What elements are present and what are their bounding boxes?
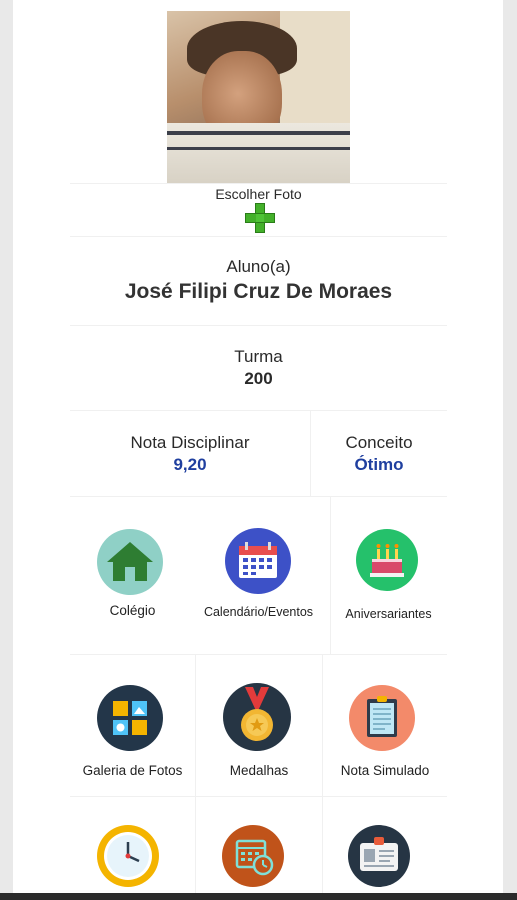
divider (70, 236, 447, 237)
discipline-value: 9,20 (173, 455, 207, 474)
divider (310, 411, 311, 496)
bottom-bar (0, 893, 517, 900)
tile-label: Nota Simulado (340, 763, 430, 778)
concept-value: Ótimo (354, 455, 404, 474)
tile-colegio[interactable]: Colégio (70, 497, 195, 654)
concept-label: Conceito (345, 433, 413, 452)
tile-label: Aniversariantes (345, 607, 432, 621)
page: Escolher Foto Aluno(a) José Filipi Cruz … (0, 0, 517, 900)
tile-label: Medalhas (229, 763, 289, 778)
medal-icon (223, 683, 291, 751)
tile-medalhas[interactable]: Medalhas (196, 655, 322, 796)
id-card-icon (348, 825, 410, 887)
calendar-icon (225, 528, 291, 594)
profile-photo[interactable] (167, 11, 350, 183)
schedule-icon (222, 825, 284, 887)
school-icon (97, 529, 163, 595)
add-photo-icon[interactable] (245, 203, 275, 233)
student-name: José Filipi Cruz De Moraes (124, 280, 393, 303)
tile-schedule[interactable] (196, 797, 322, 893)
tile-label: Colégio (109, 603, 156, 618)
divider (70, 410, 447, 411)
class-label: Turma (234, 347, 283, 366)
tile-clock[interactable] (70, 797, 195, 893)
photo-gallery-icon (97, 685, 163, 751)
tile-label: Galeria de Fotos (82, 763, 183, 778)
class-value: 200 (244, 369, 273, 388)
birthday-cake-icon (356, 529, 418, 591)
tile-nota-simulado[interactable]: Nota Simulado (323, 655, 447, 796)
tile-label: Calendário/Eventos (203, 605, 314, 619)
tile-calendario[interactable]: Calendário/Eventos (195, 497, 322, 654)
choose-photo-label[interactable]: Escolher Foto (167, 186, 350, 202)
divider (70, 183, 447, 184)
tile-galeria[interactable]: Galeria de Fotos (70, 655, 195, 796)
tile-aniversariantes[interactable]: Aniversariantes (330, 497, 447, 654)
divider (70, 325, 447, 326)
student-label: Aluno(a) (226, 257, 291, 276)
discipline-label: Nota Disciplinar (130, 433, 250, 452)
tile-id-card[interactable] (323, 797, 447, 893)
clipboard-icon (349, 685, 415, 751)
clock-icon (97, 825, 159, 887)
